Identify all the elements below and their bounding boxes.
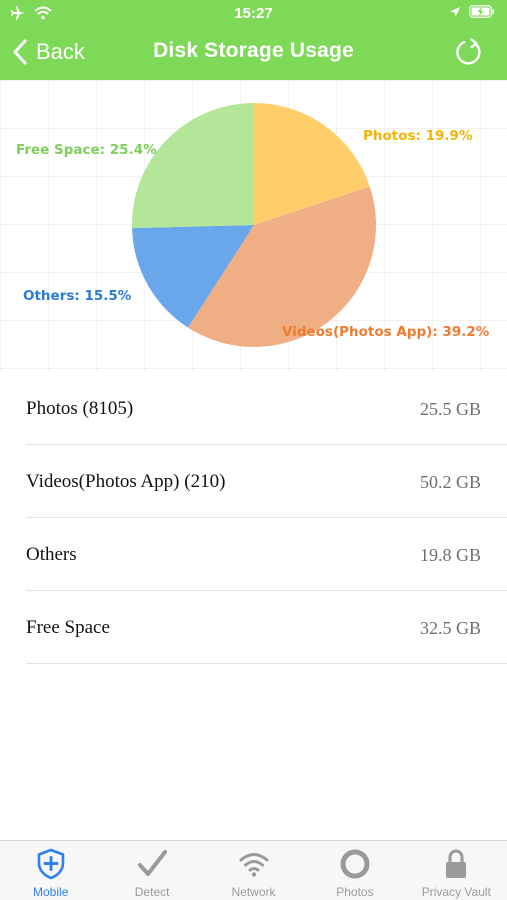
list-item-size: 25.5 GB [419, 399, 481, 419]
tab-label: Mobile [33, 885, 69, 899]
list-item-photos[interactable]: Photos (8105) 25.5 GB [26, 372, 507, 445]
pie-label: Others: 15.5% [23, 288, 132, 304]
tab-label: Privacy Vault [421, 885, 491, 899]
tab-privacy-vault[interactable]: Privacy Vault [406, 841, 507, 900]
page-title: Disk Storage Usage [153, 39, 354, 62]
pie-label: Videos(Photos App): 39.2% [282, 324, 490, 340]
tab-network[interactable]: Network [203, 841, 304, 900]
ring-icon [340, 849, 370, 879]
checkmark-icon [138, 850, 168, 876]
list-item-name: Photos (8105) [26, 398, 134, 419]
lock-icon [446, 849, 467, 878]
status-time: 15:27 [234, 5, 273, 22]
list-item-size: 50.2 GB [419, 472, 481, 492]
list-item-videos[interactable]: Videos(Photos App) (210) 50.2 GB [26, 445, 507, 518]
list-item-size: 19.8 GB [419, 545, 481, 565]
pie-label: Free Space: 25.4% [16, 142, 157, 158]
list-item-name: Videos(Photos App) (210) [26, 471, 226, 492]
shield-plus-icon [37, 848, 65, 880]
status-bar: 15:27 [0, 0, 507, 28]
pie-chart-area: Photos: 19.9% Videos(Photos App): 39.2% Ot… [0, 80, 507, 372]
status-right-icons [449, 5, 495, 18]
location-arrow-icon [450, 6, 460, 17]
pie-chart: Photos: 19.9% Videos(Photos App): 39.2% Ot… [16, 103, 490, 348]
app-header: 15:27 Back Disk Storage Usage [0, 0, 507, 80]
list-item-name: Free Space [26, 617, 110, 638]
tab-photos[interactable]: Photos [304, 841, 405, 900]
wifi-icon [239, 853, 269, 877]
tab-label: Network [231, 885, 276, 899]
tab-mobile[interactable]: Mobile [0, 841, 101, 900]
tab-bar: Mobile Detect Network Photos Privacy Vau… [0, 840, 507, 900]
list-item-others[interactable]: Others 19.8 GB [26, 518, 507, 591]
tab-detect[interactable]: Detect [101, 841, 202, 900]
battery-charging-icon [469, 5, 495, 18]
list-item-size: 32.5 GB [419, 618, 481, 638]
list-item-free-space[interactable]: Free Space 32.5 GB [26, 591, 507, 664]
storage-list: Photos (8105) 25.5 GB Videos(Photos App)… [0, 372, 507, 664]
refresh-icon[interactable] [453, 36, 485, 68]
pie-slice-free-space [132, 103, 254, 229]
pie-label: Photos: 19.9% [363, 128, 473, 144]
list-item-name: Others [26, 544, 77, 565]
tab-label: Detect [134, 885, 170, 899]
nav-bar: Back Disk Storage Usage [0, 28, 507, 80]
tab-label: Photos [336, 885, 374, 899]
